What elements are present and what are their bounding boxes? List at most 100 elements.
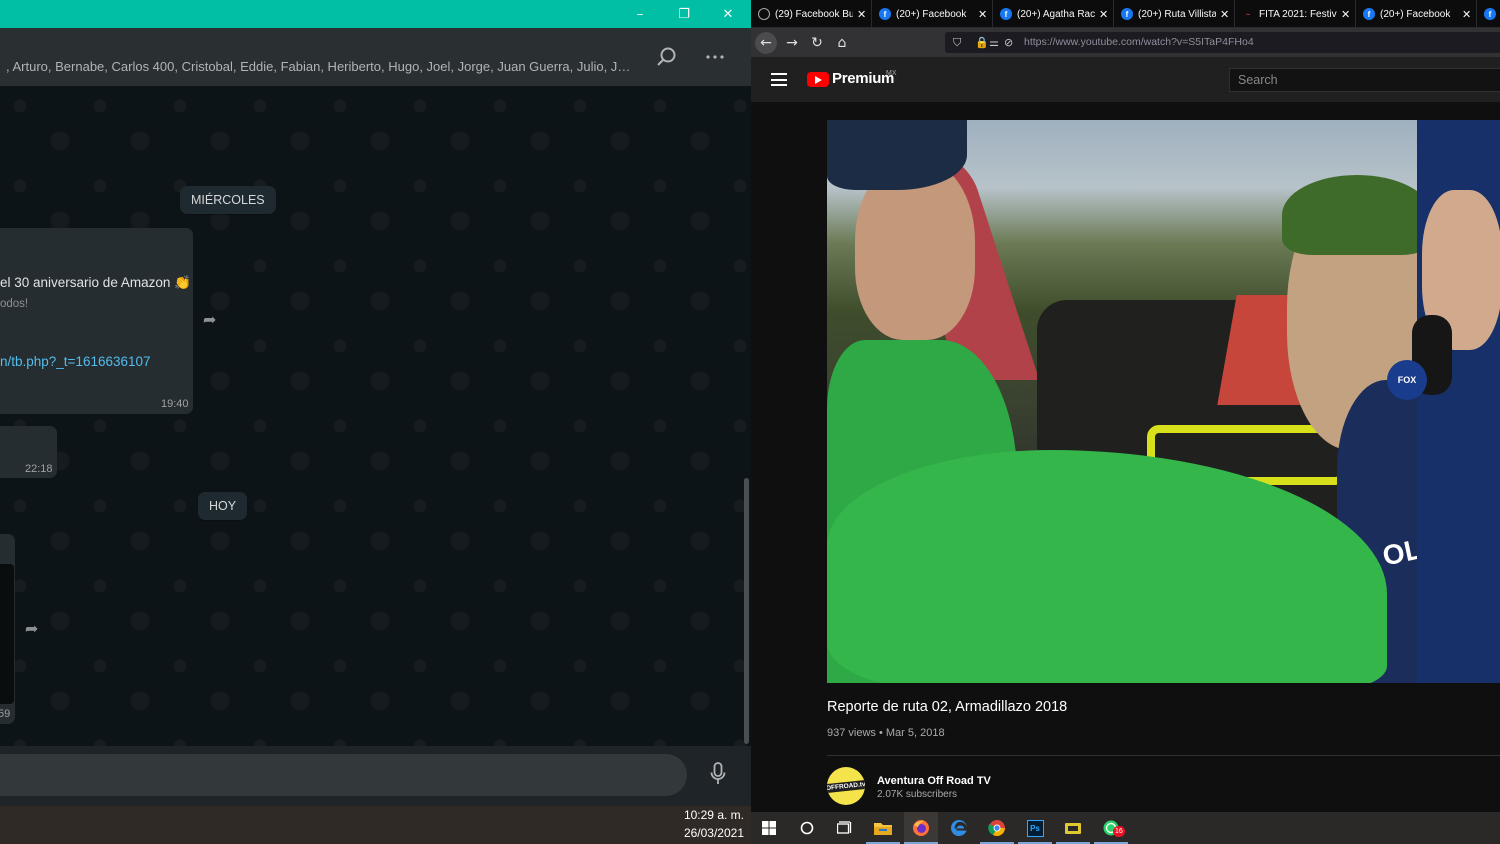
facebook-icon: f: [1000, 8, 1012, 20]
whatsapp-titlebar: – ❐ ✕: [0, 0, 751, 28]
whatsapp-icon[interactable]: 16: [1094, 812, 1128, 844]
browser-tab[interactable]: f (20+) Facebook ✕: [872, 0, 993, 28]
message-input[interactable]: [0, 754, 687, 796]
browser-tab[interactable]: f: [1477, 0, 1500, 28]
view-count: 937 views: [827, 727, 876, 739]
video-title: Reporte de ruta 02, Armadillazo 2018: [827, 699, 1068, 715]
forward-icon[interactable]: ➦: [203, 310, 216, 329]
message-text-body: el 30 aniversario de Amazon: [0, 275, 171, 290]
browser-window: (29) Facebook Bu ✕ f (20+) Facebook ✕ f …: [751, 0, 1500, 812]
date-chip-today: HOY: [198, 492, 248, 520]
divider: [827, 755, 1500, 756]
menu-icon[interactable]: [771, 73, 787, 86]
video-cap-shape: [827, 120, 967, 190]
windows-icon[interactable]: [752, 812, 786, 844]
task-view-icon[interactable]: [828, 812, 862, 844]
channel-avatar[interactable]: OFFROAD.tv: [827, 767, 865, 805]
taskbar-left: [0, 806, 751, 844]
tab-title: (20+) Ruta Villista: [1138, 8, 1216, 20]
browser-tab[interactable]: f (20+) Facebook ✕: [1356, 0, 1477, 28]
tab-close-icon[interactable]: ✕: [1462, 8, 1471, 21]
autoplay-blocked-icon[interactable]: ⊘: [1004, 32, 1013, 53]
forward-icon[interactable]: →: [780, 28, 804, 57]
clock-date[interactable]: 26/03/2021: [660, 826, 744, 840]
tab-strip: (29) Facebook Bu ✕ f (20+) Facebook ✕ f …: [751, 0, 1500, 28]
group-participants: , Arturo, Bernabe, Carlos 400, Cristobal…: [6, 59, 636, 74]
search-icon[interactable]: [652, 42, 682, 72]
lock-icon[interactable]: 🔒: [975, 32, 989, 53]
edge-icon[interactable]: [942, 812, 976, 844]
message-link[interactable]: n/tb.php?_t=1616636107: [0, 354, 151, 369]
tab-title: (20+) Facebook: [1380, 8, 1451, 20]
tab-title: (29) Facebook Bu: [775, 8, 853, 20]
search-circle-icon[interactable]: [790, 812, 824, 844]
tab-close-icon[interactable]: ✕: [1220, 8, 1229, 21]
clap-emoji: 👏: [174, 275, 191, 290]
media-thumbnail[interactable]: [0, 564, 14, 704]
date-chip-wednesday: MIÉRCOLES: [180, 186, 276, 214]
video-fox-logo: FOX: [1387, 360, 1427, 400]
browser-tab[interactable]: f (20+) Agatha Rac ✕: [993, 0, 1114, 28]
message-text: el 30 aniversario de Amazon 👏: [0, 275, 191, 291]
tab-title: (20+) Facebook: [896, 8, 967, 20]
reload-icon[interactable]: ↻: [805, 28, 829, 57]
tab-close-icon[interactable]: ✕: [1341, 8, 1350, 21]
tab-close-icon[interactable]: ✕: [978, 8, 987, 21]
facebook-icon: f: [1363, 8, 1375, 20]
search-placeholder: Search: [1238, 73, 1278, 87]
facebook-icon: f: [879, 8, 891, 20]
youtube-premium-wordmark[interactable]: Premium: [832, 70, 894, 87]
tab-close-icon[interactable]: ✕: [857, 8, 866, 21]
message-bubble[interactable]: 59: [0, 534, 15, 724]
message-time: 22:18: [25, 463, 53, 475]
message-time: 59: [0, 708, 11, 720]
facebook-icon: f: [1121, 8, 1133, 20]
facebook-icon: f: [1484, 8, 1496, 20]
message-bubble[interactable]: el 30 aniversario de Amazon 👏 odos! n/tb…: [0, 228, 193, 414]
chat-scrollbar[interactable]: [744, 478, 749, 744]
tab-favicon-icon: [758, 8, 770, 20]
chrome-icon[interactable]: [980, 812, 1014, 844]
forward-icon[interactable]: ➦: [25, 619, 38, 638]
whatsapp-window: – ❐ ✕ , Arturo, Bernabe, Carlos 400, Cri…: [0, 0, 751, 806]
photoshop-icon[interactable]: Ps: [1018, 812, 1052, 844]
minimize-button[interactable]: –: [618, 0, 662, 28]
file-explorer-icon[interactable]: [866, 812, 900, 844]
close-button[interactable]: ✕: [706, 0, 750, 28]
channel-name[interactable]: Aventura Off Road TV: [877, 775, 991, 787]
message-bubble[interactable]: 22:18: [0, 426, 57, 478]
message-time: 19:40: [161, 398, 189, 410]
restore-button[interactable]: ❐: [662, 0, 706, 28]
shield-icon[interactable]: ⛉: [953, 32, 961, 53]
microphone-icon[interactable]: [705, 760, 731, 788]
menu-dots-icon[interactable]: [700, 42, 730, 72]
youtube-logo-icon[interactable]: [807, 72, 829, 87]
subscriber-count: 2.07K subscribers: [877, 789, 958, 800]
upload-date: Mar 5, 2018: [885, 727, 945, 739]
video-cap-shape: [1282, 175, 1432, 255]
firefox-icon[interactable]: [904, 812, 938, 844]
url-text[interactable]: https://www.youtube.com/watch?v=S5ITaP4F…: [1024, 36, 1254, 48]
message-preview-sub: odos!: [0, 298, 29, 310]
channel-avatar-text: OFFROAD.tv: [827, 779, 865, 793]
home-icon[interactable]: ⌂: [830, 28, 854, 57]
chat-header[interactable]: , Arturo, Bernabe, Carlos 400, Cristobal…: [0, 28, 751, 86]
browser-tab[interactable]: f (20+) Ruta Villista ✕: [1114, 0, 1235, 28]
permissions-icon[interactable]: ⚌: [989, 32, 999, 53]
fita-icon: ~: [1245, 9, 1251, 19]
app-icon[interactable]: [1056, 812, 1090, 844]
back-icon[interactable]: ←: [755, 32, 777, 54]
tab-close-icon[interactable]: ✕: [1099, 8, 1108, 21]
browser-tab[interactable]: ~ FITA 2021: Festiva ✕: [1235, 0, 1356, 28]
tab-title: (20+) Agatha Rac: [1017, 8, 1095, 20]
chat-area: MIÉRCOLES el 30 aniversario de Amazon 👏 …: [0, 86, 751, 746]
browser-tab[interactable]: (29) Facebook Bu ✕: [751, 0, 872, 28]
notification-badge: 16: [1113, 826, 1125, 837]
video-player[interactable]: OLARIS FOX: [827, 120, 1500, 683]
photoshop-label: Ps: [1026, 819, 1044, 837]
clock-time[interactable]: 10:29 a. m.: [660, 808, 744, 822]
desktop: – ❐ ✕ , Arturo, Bernabe, Carlos 400, Cri…: [0, 0, 1500, 844]
tab-title: FITA 2021: Festiva: [1259, 8, 1337, 20]
video-meta: 937 views • Mar 5, 2018: [827, 727, 945, 739]
country-code: MX: [886, 70, 897, 77]
